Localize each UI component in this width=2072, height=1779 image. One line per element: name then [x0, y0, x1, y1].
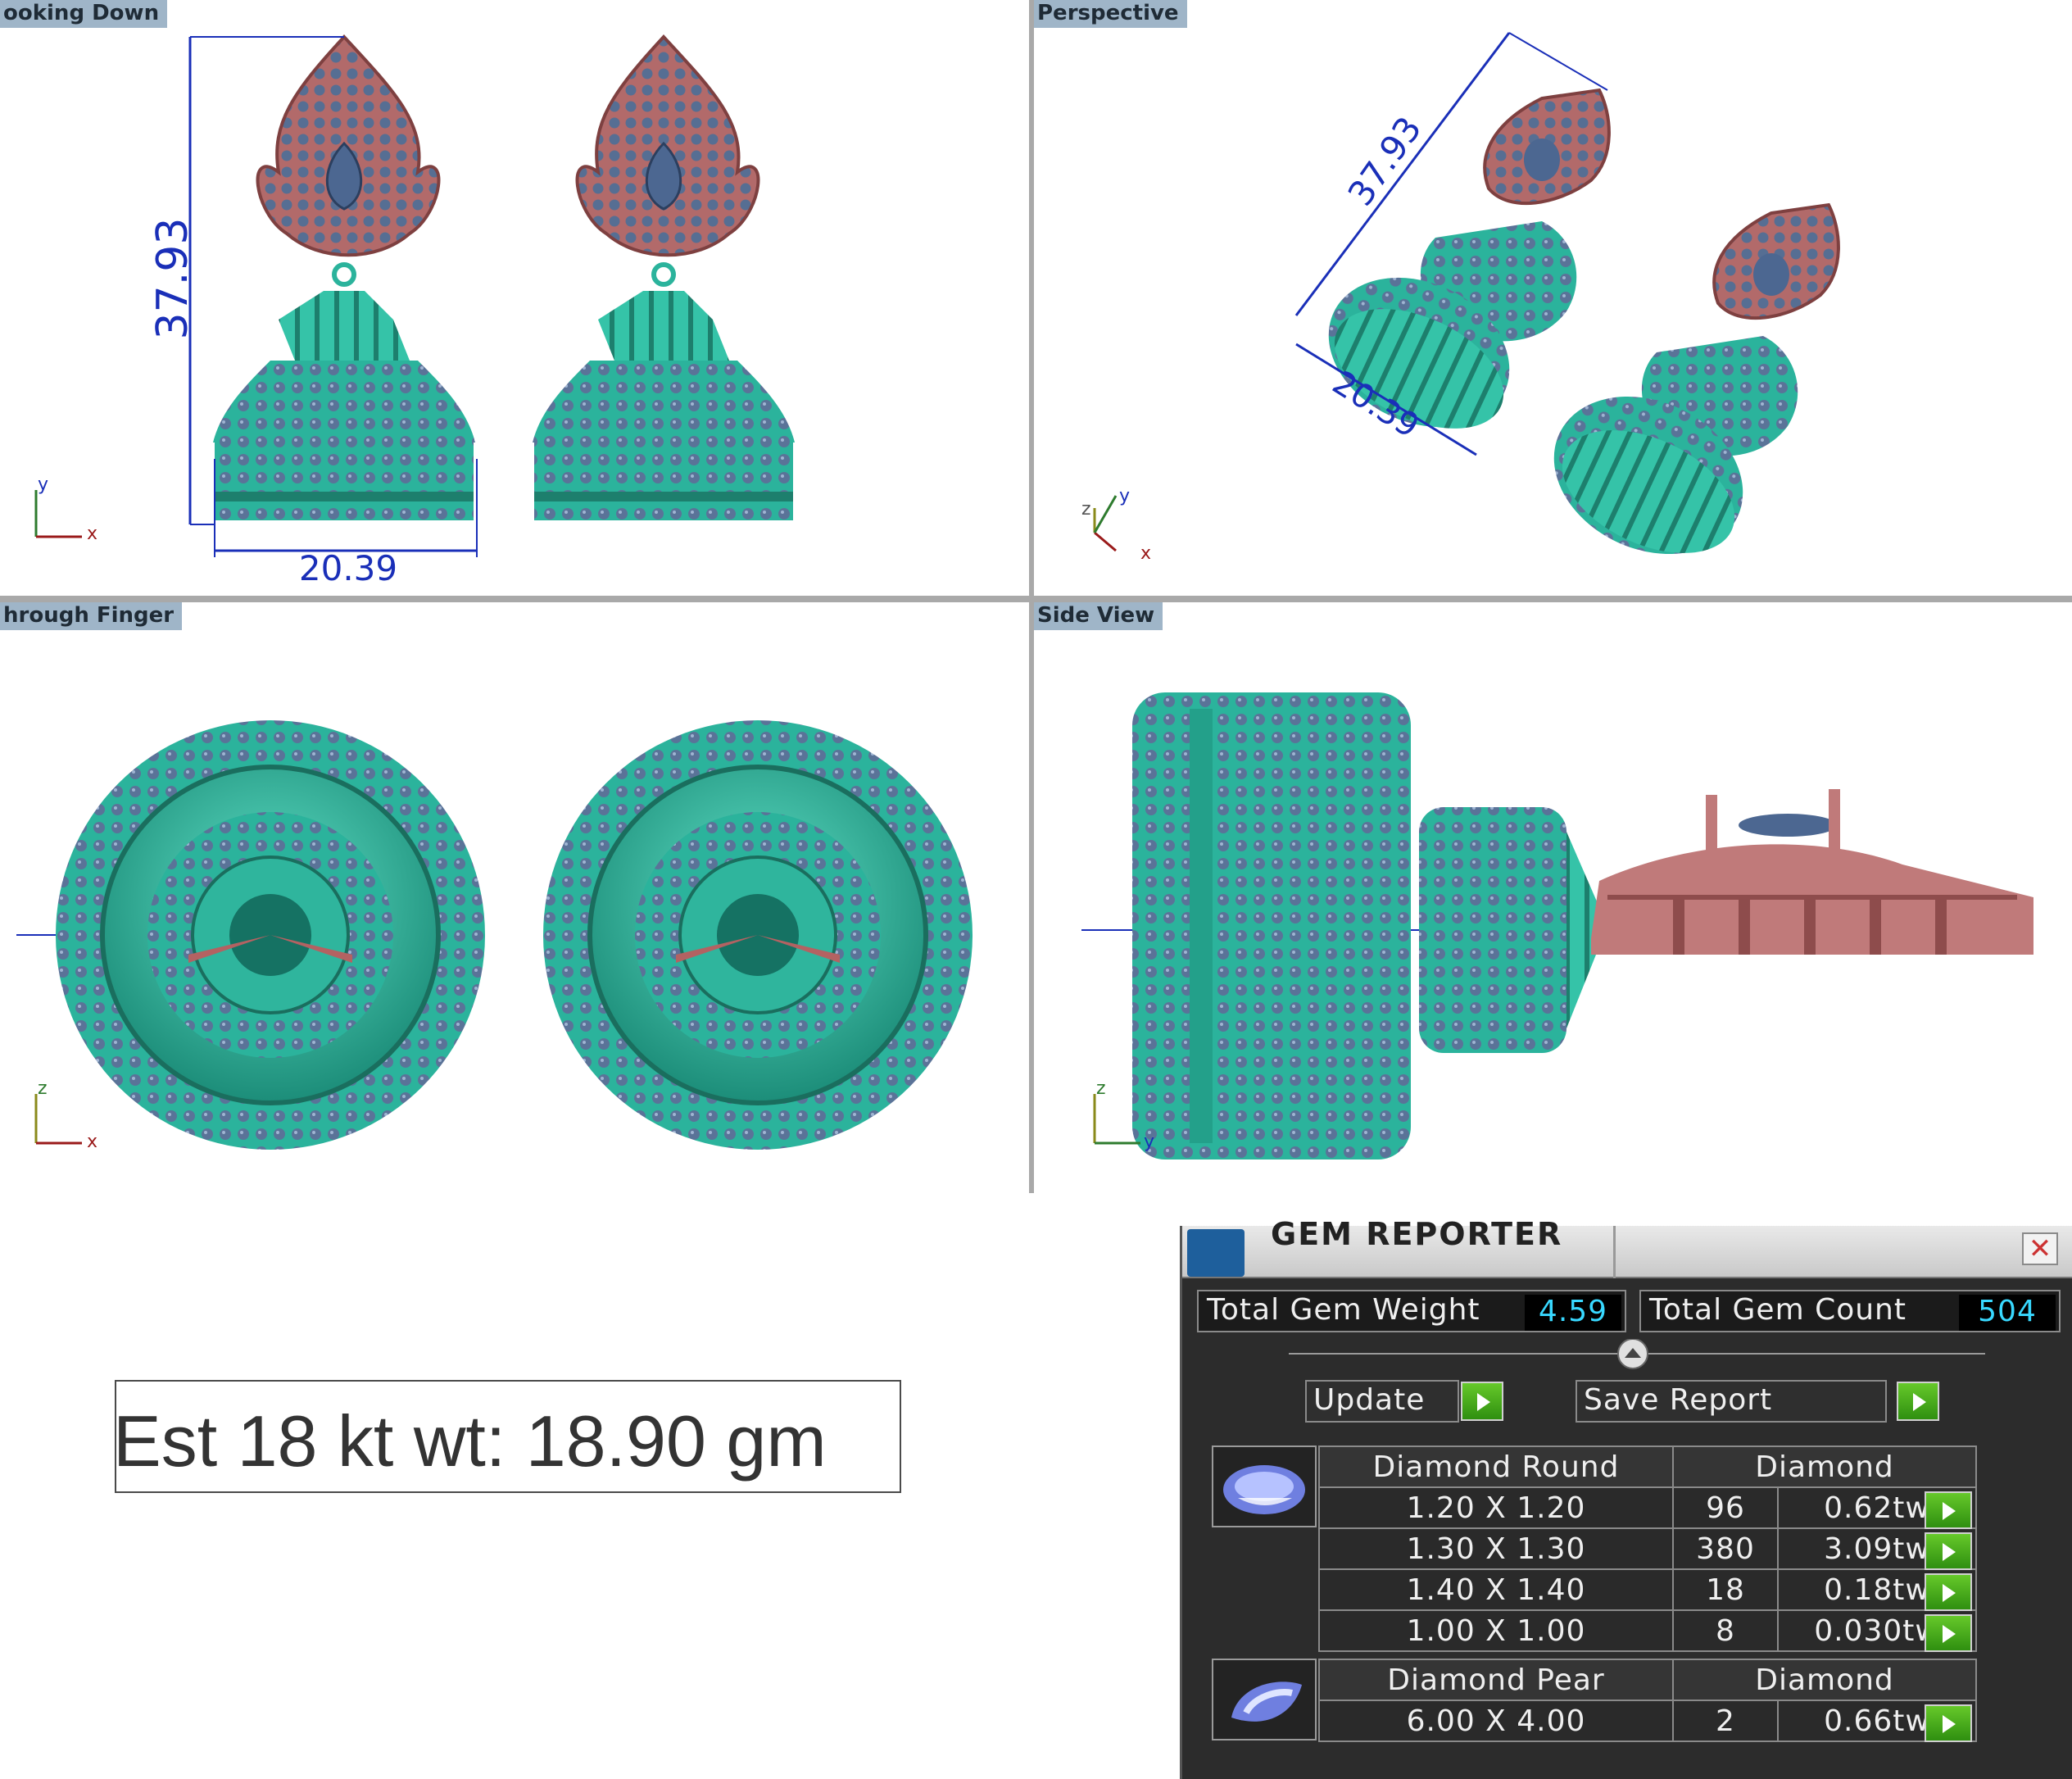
row-select-play-icon[interactable] — [1925, 1704, 1972, 1742]
earring-bottom-view: z x — [16, 720, 973, 1152]
svg-text:x: x — [87, 1132, 97, 1152]
update-button[interactable]: Update — [1305, 1380, 1459, 1423]
svg-text:z: z — [1081, 499, 1091, 520]
row-select-play-icon[interactable] — [1925, 1491, 1972, 1529]
table-row: 1.20 X 1.20 96 0.62tw — [1318, 1486, 1977, 1529]
viewport-label[interactable]: ooking Down — [0, 0, 168, 28]
svg-text:z: z — [1096, 1078, 1106, 1099]
viewport-looking-down[interactable]: ooking Down 37.93 20.39 y x — [0, 0, 1029, 596]
panel-splitter[interactable] — [1289, 1339, 1985, 1372]
diamond-round-table: Diamond Round Diamond 1.20 X 1.20 96 0.6… — [1318, 1445, 1977, 1652]
gem-reporter-titlebar: GEM REPORTER ✕ — [1182, 1216, 2072, 1278]
viewport-label[interactable]: hrough Finger — [0, 602, 183, 630]
viewport-divider-horizontal[interactable] — [0, 596, 2072, 602]
close-icon[interactable]: ✕ — [2022, 1232, 2058, 1265]
round-diamond-thumbnail — [1212, 1445, 1317, 1527]
diamond-pear-header: Diamond Pear — [1318, 1659, 1674, 1701]
table-row: 1.30 X 1.30 380 3.09tw — [1318, 1527, 1977, 1570]
row-select-play-icon[interactable] — [1925, 1573, 1972, 1611]
width-dimension: 20.39 — [299, 548, 397, 588]
table-row: 1.40 X 1.40 18 0.18tw — [1318, 1568, 1977, 1611]
earring-dome-side — [1132, 692, 1640, 1160]
viewport-through-finger[interactable]: hrough Finger z x — [0, 602, 1029, 1193]
estimate-box: Est 18 kt wt: 18.90 gm — [113, 1380, 901, 1493]
material-header: Diamond — [1672, 1445, 1977, 1488]
diamond-pear-table: Diamond Pear Diamond 6.00 X 4.00 2 0.66t… — [1318, 1659, 1977, 1742]
viewport-side-view[interactable]: Side View z y — [1034, 602, 2072, 1193]
earring-left-dome — [56, 720, 485, 1150]
pear-diamond-thumbnail — [1212, 1659, 1317, 1740]
viewport-perspective[interactable]: Perspective 37.93 20.39 z y x — [1034, 0, 2072, 596]
gem-reporter-title: GEM REPORTER — [1271, 1216, 1563, 1252]
gem-reporter-panel: GEM REPORTER ✕ Total Gem Weight 4.59 Tot… — [1180, 1216, 2072, 1779]
axis-indicator: z y x — [1081, 486, 1151, 564]
height-dimension: 37.93 — [148, 218, 197, 340]
save-report-play-icon[interactable] — [1897, 1382, 1939, 1421]
svg-text:x: x — [87, 524, 97, 544]
svg-text:y: y — [1144, 1132, 1154, 1152]
svg-text:x: x — [1140, 543, 1151, 564]
axis-indicator: y x — [34, 474, 97, 544]
estimate-text: Est 18 kt wt: 18.90 gm — [113, 1400, 827, 1482]
svg-text:z: z — [38, 1078, 48, 1099]
total-gem-weight-label: Total Gem Weight — [1207, 1293, 1480, 1327]
viewport-label[interactable]: Side View — [1034, 602, 1163, 630]
diamond-round-header: Diamond Round — [1318, 1445, 1674, 1488]
earring-left-model — [213, 34, 475, 520]
svg-text:y: y — [1119, 486, 1130, 506]
table-row: 1.00 X 1.00 8 0.030tw — [1318, 1609, 1977, 1652]
total-gem-weight-value: 4.59 — [1525, 1295, 1621, 1331]
row-select-play-icon[interactable] — [1925, 1532, 1972, 1570]
earring-right-dome — [543, 720, 973, 1150]
row-select-play-icon[interactable] — [1925, 1614, 1972, 1652]
axis-indicator: z x — [34, 1078, 97, 1152]
total-gem-count-field: Total Gem Count 504 — [1639, 1290, 2061, 1332]
gem-reporter-app-icon — [1187, 1229, 1245, 1277]
material-header: Diamond — [1672, 1659, 1977, 1701]
save-report-button[interactable]: Save Report — [1576, 1380, 1887, 1423]
total-gem-weight-field: Total Gem Weight 4.59 — [1197, 1290, 1626, 1332]
viewport-label[interactable]: Perspective — [1034, 0, 1187, 28]
update-play-icon[interactable] — [1461, 1382, 1503, 1421]
earring-front-view: 37.93 20.39 y x — [34, 34, 795, 588]
pendant-side — [1591, 789, 2033, 955]
earring-side-view: z y — [1081, 692, 2033, 1160]
title-separator — [1613, 1226, 1616, 1278]
total-gem-count-label: Total Gem Count — [1649, 1293, 1907, 1327]
earring-front-model — [1553, 202, 1840, 555]
earring-perspective-view: 37.93 20.39 z y x — [1081, 32, 1840, 564]
total-gem-count-value: 504 — [1959, 1295, 2056, 1331]
table-row: 6.00 X 4.00 2 0.66tw — [1318, 1700, 1977, 1742]
svg-text:y: y — [38, 474, 48, 495]
earring-right-model — [533, 34, 795, 520]
